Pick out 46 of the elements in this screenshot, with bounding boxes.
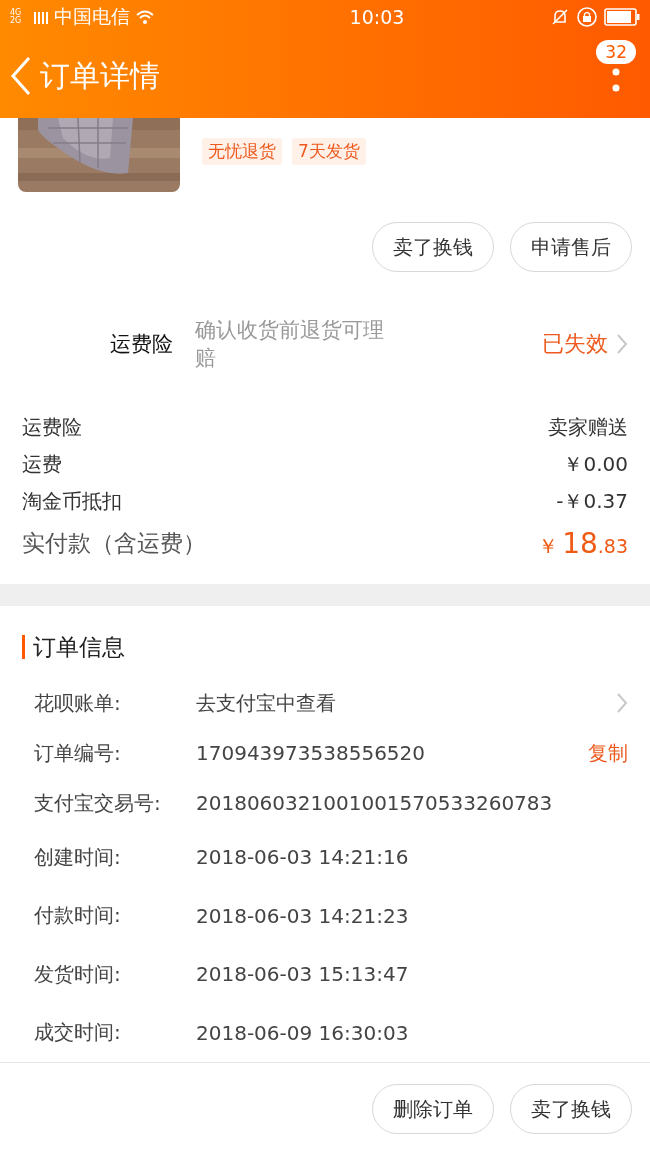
insurance-description: 确认收货前退货可理赔 xyxy=(195,316,385,372)
mute-icon xyxy=(550,7,570,27)
page-title: 订单详情 xyxy=(40,56,160,95)
clock-time: 10:03 xyxy=(348,6,405,28)
chevron-right-icon[interactable] xyxy=(616,332,628,355)
service-tag: 无忧退货 xyxy=(202,138,282,165)
fee-label: 运费 xyxy=(22,451,62,478)
total-amount: ￥18.83 xyxy=(538,526,628,560)
wifi-icon xyxy=(136,10,154,24)
message-count-badge: 32 xyxy=(596,40,636,64)
info-label: 成交时间: xyxy=(34,1019,122,1047)
info-label: 发货时间: xyxy=(34,960,122,988)
action-button[interactable]: 卖了换钱 xyxy=(372,222,494,272)
info-label: 花呗账单: xyxy=(34,689,122,717)
chevron-right-icon[interactable] xyxy=(616,692,628,714)
service-tag: 7天发货 xyxy=(292,138,366,165)
fee-value: -￥0.37 xyxy=(556,488,628,515)
rotation-lock-icon xyxy=(576,6,598,28)
info-label: 付款时间: xyxy=(34,902,122,930)
action-button[interactable]: 申请售后 xyxy=(510,222,632,272)
info-value: 170943973538556520 xyxy=(196,741,427,765)
section-title: 订单信息 xyxy=(33,632,125,662)
info-label: 创建时间: xyxy=(34,843,122,871)
battery-icon xyxy=(604,8,640,26)
info-value: 2018-06-09 16:30:03 xyxy=(196,1020,410,1045)
info-value: 2018-06-03 15:13:47 xyxy=(196,962,410,987)
action-button[interactable]: 删除订单 xyxy=(372,1084,494,1134)
fee-label: 淘金币抵扣 xyxy=(22,488,122,515)
info-value: 2018-06-03 14:21:23 xyxy=(196,903,410,928)
info-value: 2018-06-03 14:21:16 xyxy=(196,845,410,870)
insurance-label: 运费险 xyxy=(110,330,173,358)
fee-value: 卖家赠送 xyxy=(548,414,628,441)
back-icon[interactable] xyxy=(10,56,32,96)
info-value: 2018060321001001570533260783 xyxy=(196,791,554,815)
alipay-link[interactable]: 去支付宝中查看 xyxy=(196,689,616,717)
carrier-name: 中国电信 xyxy=(54,4,130,29)
signal-icon xyxy=(34,10,48,24)
fee-label: 运费险 xyxy=(22,414,82,441)
more-icon[interactable] xyxy=(612,68,621,94)
network-type: 4G 2G xyxy=(10,9,23,25)
fee-value: ￥0.00 xyxy=(563,451,628,478)
info-label: 支付宝交易号: xyxy=(34,789,162,817)
info-label: 订单编号: xyxy=(34,739,122,767)
copy-button[interactable]: 复制 xyxy=(588,739,628,767)
action-button[interactable]: 卖了换钱 xyxy=(510,1084,632,1134)
total-label: 实付款（含运费） xyxy=(22,528,206,558)
